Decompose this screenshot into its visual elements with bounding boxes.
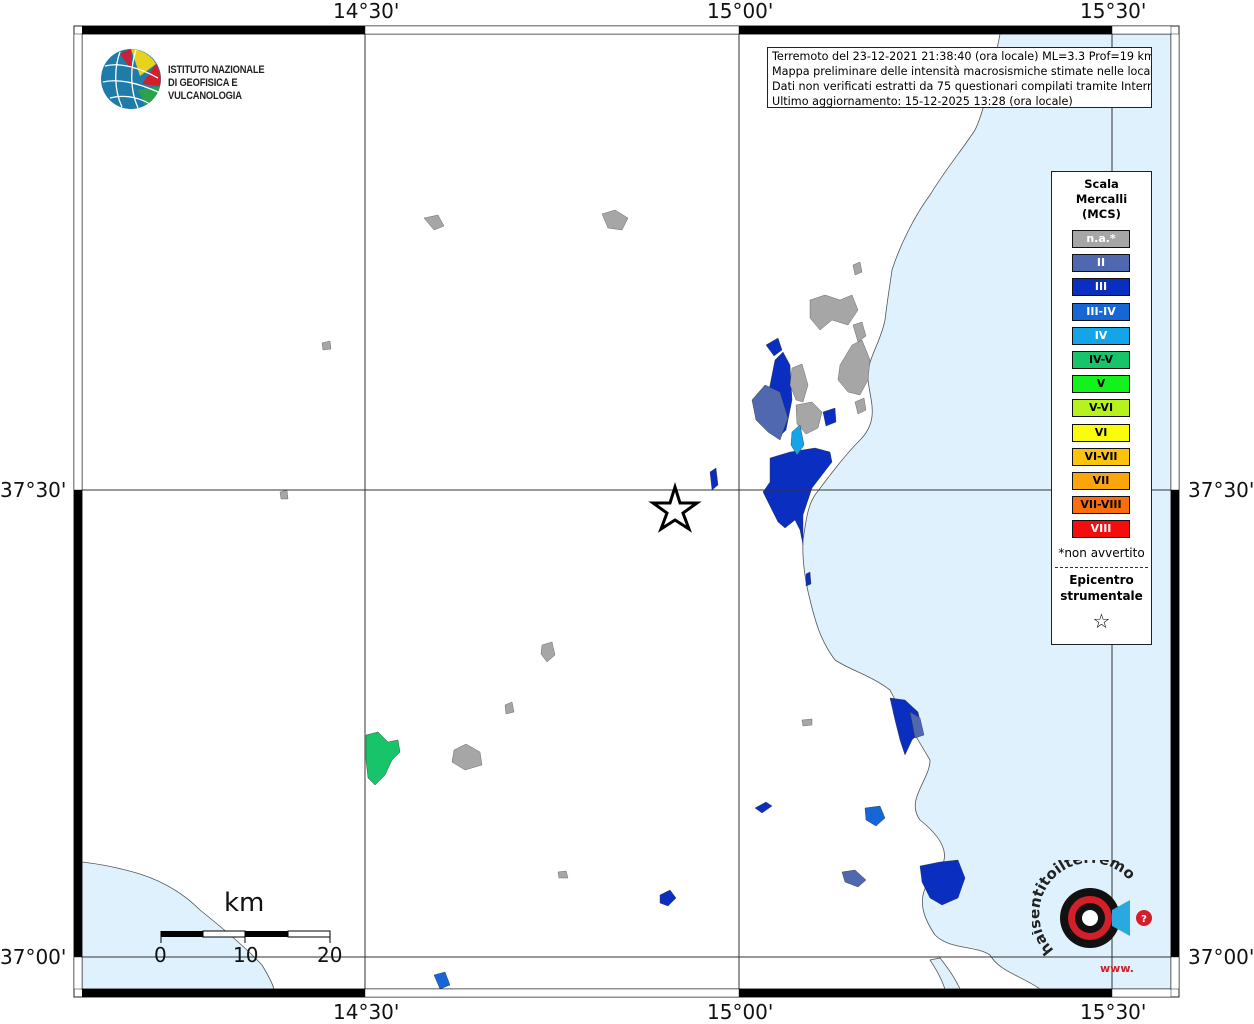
legend-item: VI <box>1072 423 1130 442</box>
legend-epicenter-line: strumentale <box>1060 589 1143 603</box>
svg-text:?: ? <box>1141 914 1147 925</box>
lon-label-bottom-3: 15°30' <box>1080 1000 1147 1024</box>
legend-item: IV-V <box>1072 351 1130 369</box>
event-info-line: Mappa preliminare delle intensità macros… <box>772 65 1152 78</box>
scale-bar-unit: km <box>224 888 265 918</box>
ingv-logo-line2: DI GEOFISICA E VULCANOLOGIA <box>168 77 242 102</box>
legend-item: n.a.* <box>1072 230 1130 248</box>
scale-bar-label-20: 20 <box>317 943 343 967</box>
event-info-line: Dati non verificati estratti da 75 quest… <box>772 80 1152 93</box>
event-info-line: Ultimo aggiornamento: 15-12-2025 13:28 (… <box>772 95 1073 108</box>
legend-epicenter-line: Epicentro <box>1069 573 1134 587</box>
event-info-box: Terremoto del 23-12-2021 21:38:40 (ora l… <box>767 47 1152 108</box>
legend-item: VII <box>1072 472 1130 490</box>
ingv-logo-line1: ISTITUTO NAZIONALE <box>168 64 265 76</box>
lon-label-top-2: 15°00' <box>707 0 774 23</box>
legend-item: V <box>1072 375 1130 394</box>
event-info-line: Terremoto del 23-12-2021 21:38:40 (ora l… <box>772 50 1152 63</box>
legend-star-icon: ☆ <box>1092 609 1111 633</box>
legend-separator <box>1055 567 1148 568</box>
brand-prefix: www. <box>1100 962 1134 975</box>
legend-note: *non avvertito <box>1058 546 1145 560</box>
legend-epicenter-label: Epicentro strumentale <box>1052 572 1151 604</box>
legend-item: III-IV <box>1072 302 1130 321</box>
scale-bar-label-0: 0 <box>154 943 167 967</box>
lon-label-top-3: 15°30' <box>1080 0 1147 23</box>
legend-item: V-VI <box>1072 399 1130 418</box>
legend-item: II <box>1072 254 1130 273</box>
lat-label-left-1: 37°30' <box>0 478 67 502</box>
lat-label-right-2: 37°00' <box>1188 945 1254 969</box>
lon-label-bottom-2: 15°00' <box>707 1000 774 1024</box>
haisentito-logo-icon: ? haisentitoilterremoto.it www. <box>1025 846 1152 975</box>
haisentito-logo[interactable]: ? haisentitoilterremoto.it www. <box>1025 846 1157 978</box>
lon-label-bottom-1: 14°30' <box>333 1000 400 1024</box>
ingv-logo: ISTITUTO NAZIONALE DI GEOFISICA E VULCAN… <box>100 48 330 110</box>
lat-label-left-2: 37°00' <box>0 945 67 969</box>
lon-label-top-1: 14°30' <box>333 0 400 23</box>
ingv-logo-text: ISTITUTO NAZIONALE DI GEOFISICA E VULCAN… <box>168 64 306 103</box>
intensity-legend: Scala Mercalli (MCS) n.a.* II III III-IV IV I… <box>1051 171 1152 645</box>
map-body <box>82 34 1171 989</box>
lat-label-right-1: 37°30' <box>1188 478 1254 502</box>
legend-title: Scala Mercalli (MCS) <box>1052 177 1151 222</box>
legend-item: III <box>1072 278 1130 297</box>
legend-item: VII-VIII <box>1072 496 1130 515</box>
legend-item: VI-VII <box>1072 447 1130 466</box>
legend-title-line: Mercalli <box>1075 192 1128 206</box>
legend-item: VIII <box>1072 520 1130 539</box>
scale-bar-label-10: 10 <box>233 943 259 967</box>
legend-title-line: Scala <box>1084 177 1119 191</box>
ingv-globe-icon <box>101 49 161 109</box>
legend-item: IV <box>1072 326 1130 345</box>
legend-title-line: (MCS) <box>1082 207 1121 221</box>
